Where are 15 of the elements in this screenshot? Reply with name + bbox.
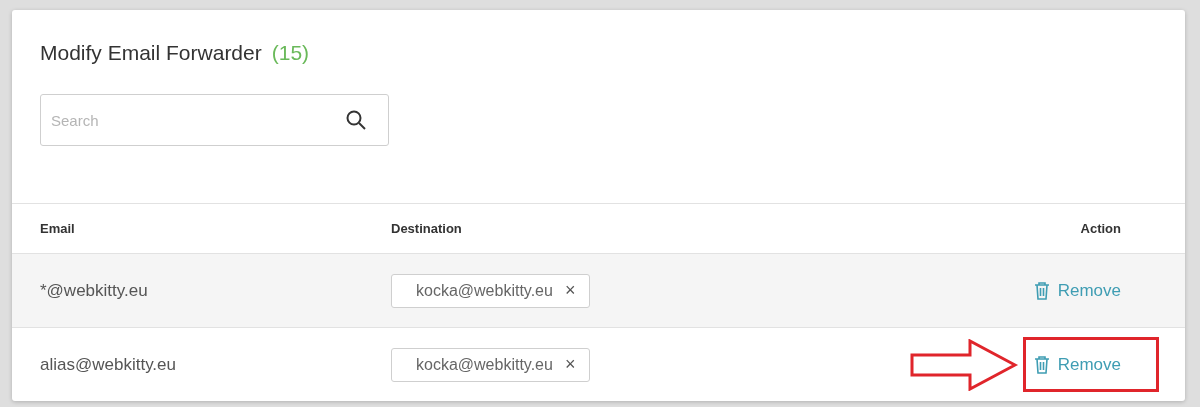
remove-tag-button[interactable]: × [564, 354, 576, 375]
email-text: alias@webkitty.eu [40, 354, 177, 375]
page-title: Modify Email Forwarder [40, 40, 262, 66]
search-icon [346, 110, 366, 130]
trash-icon [1033, 355, 1050, 374]
email-text: *@webkitty.eu [40, 280, 149, 301]
column-header: Action [1080, 221, 1121, 236]
column-header: Email [40, 221, 76, 236]
search-field[interactable]: Search [40, 94, 389, 146]
trash-icon [1033, 281, 1050, 300]
count-text: (15) [271, 40, 310, 66]
destination-tag: kocka@webkitty.eu × [391, 273, 591, 308]
destination-tag: kocka@webkitty.eu × [391, 347, 591, 382]
remove-tag-button[interactable]: × [564, 280, 576, 301]
column-header: Destination [391, 221, 463, 236]
